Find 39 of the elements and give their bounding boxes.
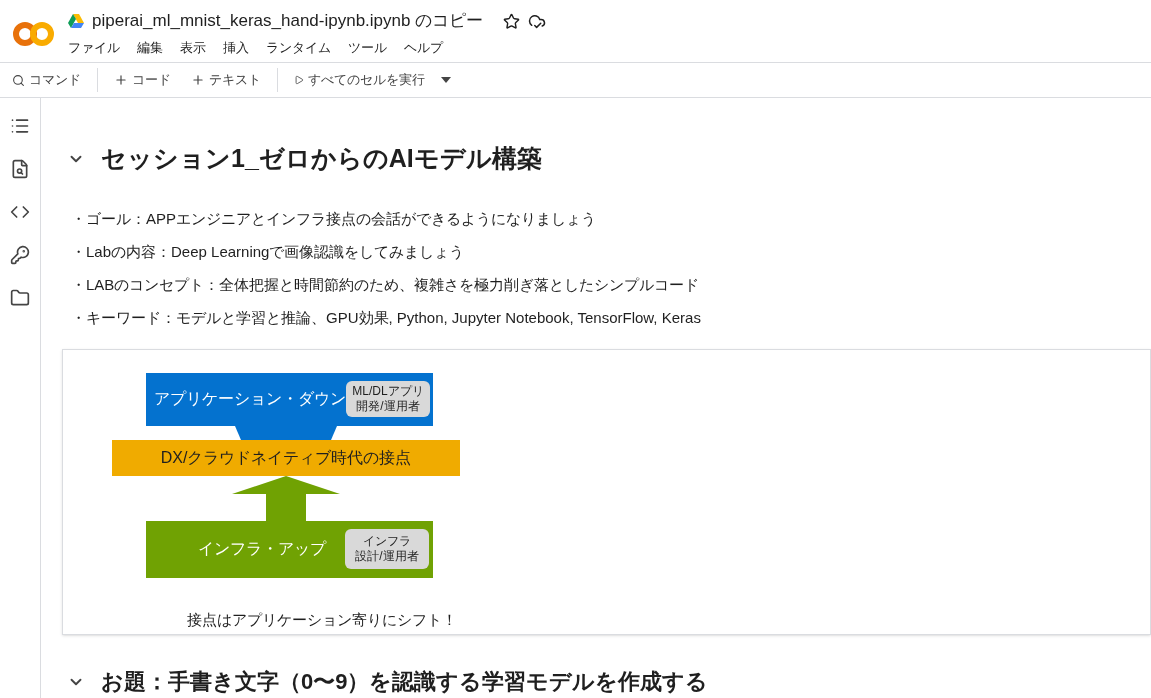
plus-icon [114, 73, 128, 87]
add-code-button[interactable]: コード [98, 70, 183, 90]
menu-item[interactable]: 編集 [137, 38, 163, 58]
diagram-caption: 接点はアプリケーション寄りにシフト！ [187, 609, 458, 630]
box-label: アプリケーション・ダウン [154, 389, 346, 409]
toc-icon[interactable] [10, 116, 30, 136]
menu-item[interactable]: ファイル [68, 38, 120, 58]
notebook-title[interactable]: piperai_ml_mnist_keras_hand-ipynb.ipynb のコピー [92, 8, 484, 34]
menu-item[interactable]: 表示 [180, 38, 206, 58]
section-heading: お題：手書き文字（0〜9）を認識する学習モデルを作成する [101, 668, 709, 696]
logo-icon[interactable] [12, 20, 56, 48]
section-heading: セッション1_ゼロからのAIモデル構築 [101, 143, 542, 174]
bullet-text: ・LABのコンセプト：全体把握と時間節約のため、複雑さを極力削ぎ落としたシンプルコード [71, 274, 701, 294]
key-icon[interactable] [10, 245, 30, 265]
drive-icon [68, 14, 84, 28]
bullet-text: ・Labの内容：Deep Learningで画像認識をしてみましょう [71, 241, 466, 261]
box-label: インフラ・アップ [198, 539, 326, 559]
menu-item[interactable]: ツール [348, 38, 387, 58]
folder-icon[interactable] [10, 288, 30, 308]
bullet-text: ・キーワード：モデルと学習と推論、GPU効果, Python, Jupyter Notebook, TensorFlow, Keras [71, 307, 702, 327]
menu-item[interactable]: 挿入 [223, 38, 249, 58]
bar-label: DX/クラウドネイティブ時代の接点 [160, 447, 412, 468]
badge-text: 開発/運用者 [356, 399, 420, 414]
bullet-text: ・ゴール：APPエンジニアとインフラ接点の会話ができるようになりましょう [71, 208, 597, 228]
find-icon[interactable] [10, 159, 30, 179]
menu-item[interactable]: ランタイム [266, 38, 331, 58]
search-icon [12, 73, 25, 87]
badge-text: 設計/運用者 [355, 549, 419, 564]
command-button[interactable]: コマンド [12, 70, 97, 90]
run-all-button[interactable]: すべてのセルを実行 [278, 70, 433, 90]
cloud-icon[interactable] [528, 12, 547, 30]
caret-icon[interactable] [441, 77, 451, 83]
menu-item[interactable]: ヘルプ [404, 38, 443, 58]
add-text-button[interactable]: テキスト [183, 70, 277, 90]
star-icon[interactable] [503, 12, 521, 30]
badge-text: ML/DLアプリ [352, 384, 424, 399]
plus-icon [191, 73, 205, 87]
badge-text: インフラ [363, 534, 411, 549]
play-icon [294, 75, 304, 85]
